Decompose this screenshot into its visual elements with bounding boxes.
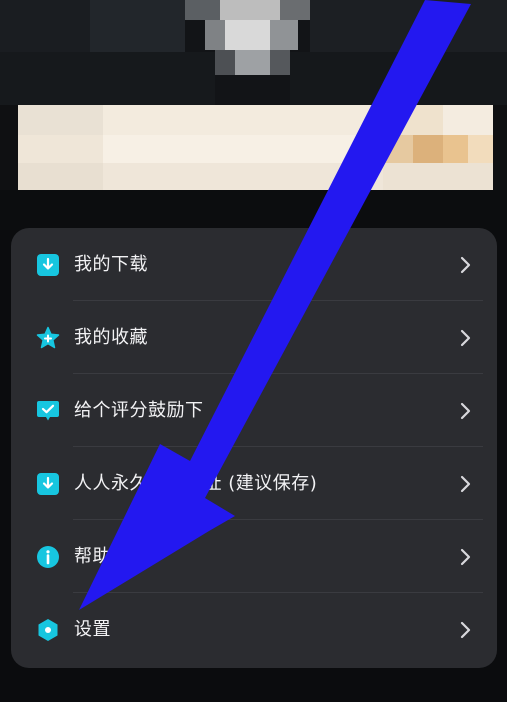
- menu-item-label: 给个评分鼓励下: [74, 400, 204, 421]
- app-screen: 我的下载 我的收藏 给个评分鼓励下 人人永久下载地址 (建议保存) 帮助 设置: [0, 0, 507, 702]
- download-icon: [37, 473, 59, 495]
- rating-chat-icon: [37, 401, 59, 421]
- menu-item-label: 设置: [74, 619, 111, 640]
- download-icon: [37, 254, 59, 276]
- chevron-right-icon: [460, 475, 471, 493]
- menu-item-label: 帮助: [74, 546, 111, 567]
- settings-hex-icon: [38, 619, 58, 641]
- menu-item-help[interactable]: 帮助: [11, 520, 497, 593]
- menu-item-permanent-download-address[interactable]: 人人永久下载地址 (建议保存): [11, 447, 497, 520]
- menu-item-label: 我的下载: [74, 254, 148, 275]
- menu-item-my-downloads[interactable]: 我的下载: [11, 228, 497, 301]
- chevron-right-icon: [460, 329, 471, 347]
- info-icon: [37, 546, 59, 568]
- menu-item-settings[interactable]: 设置: [11, 593, 497, 666]
- menu-card: 我的下载 我的收藏 给个评分鼓励下 人人永久下载地址 (建议保存) 帮助 设置: [11, 228, 497, 668]
- menu-item-label: 我的收藏: [74, 327, 148, 348]
- chevron-right-icon: [460, 621, 471, 639]
- chevron-right-icon: [460, 256, 471, 274]
- star-icon: [36, 326, 60, 349]
- blurred-header-image: [0, 0, 507, 230]
- chevron-right-icon: [460, 548, 471, 566]
- menu-item-my-favorites[interactable]: 我的收藏: [11, 301, 497, 374]
- menu-item-rate-us[interactable]: 给个评分鼓励下: [11, 374, 497, 447]
- menu-item-label: 人人永久下载地址 (建议保存): [74, 473, 318, 494]
- chevron-right-icon: [460, 402, 471, 420]
